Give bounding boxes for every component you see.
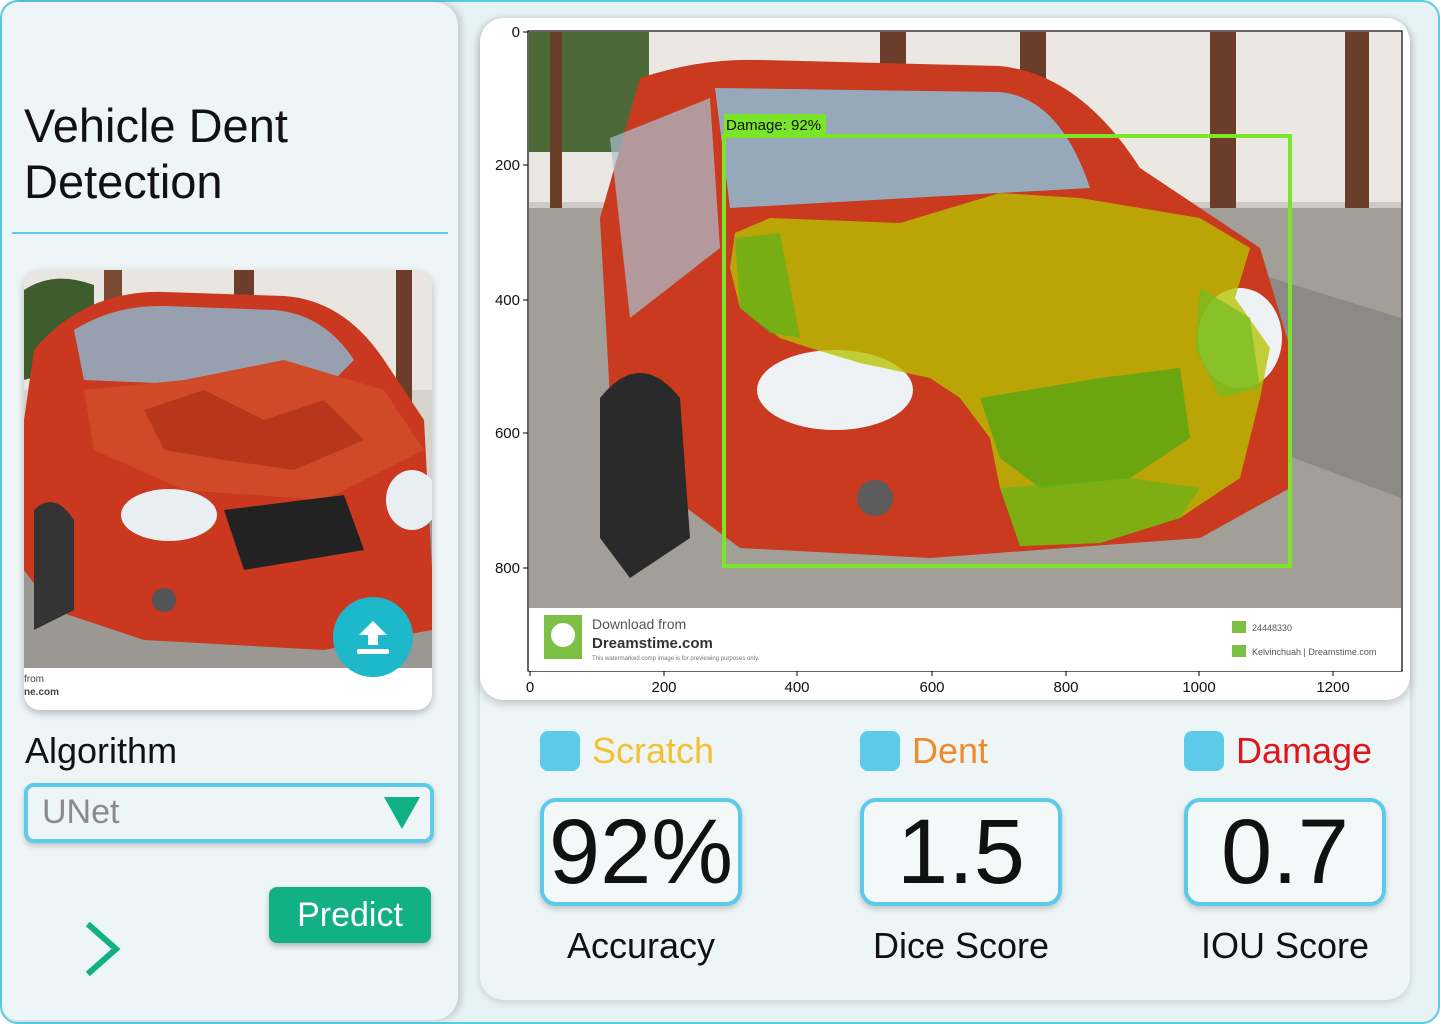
y-tick-label: 0 [512, 24, 520, 41]
x-tick-label: 1200 [1316, 679, 1349, 696]
x-tick-label: 0 [526, 679, 534, 696]
thumbnail-watermark-line-1: from [24, 674, 44, 685]
upload-button[interactable] [333, 597, 413, 677]
predict-button[interactable]: Predict [269, 887, 431, 943]
x-tick-label: 600 [919, 679, 944, 696]
upload-icon [357, 621, 389, 654]
y-tick-label: 400 [495, 292, 520, 309]
page-title: Vehicle Dent Detection [24, 99, 288, 208]
watermark-id-text: 24448330 [1252, 623, 1292, 633]
thumbnail-watermark-line-2: ne.com [24, 687, 59, 698]
detection-label: Damage: 92% [726, 117, 821, 134]
prediction-plot-card: Download from Dreamstime.com This waterm… [480, 18, 1410, 700]
legend-swatch [540, 731, 580, 771]
legend-item-dent: Dent [860, 730, 988, 772]
title-divider [12, 232, 448, 234]
legend-label-scratch: Scratch [592, 730, 715, 771]
algorithm-select-value: UNet [42, 793, 120, 831]
legend-swatch [1184, 731, 1224, 771]
legend-label-dent: Dent [912, 730, 989, 771]
watermark-site-text: Dreamstime.com [592, 635, 713, 652]
x-tick-label: 400 [784, 679, 809, 696]
iou-score-label: IOU Score [1200, 925, 1370, 966]
x-tick-label: 1000 [1182, 679, 1215, 696]
legend-label-damage: Damage [1236, 730, 1373, 771]
watermark-note-text: This watermarked comp image is for previ… [592, 656, 760, 662]
y-tick-label: 600 [495, 425, 520, 442]
dice-score-label: Dice Score [872, 925, 1050, 966]
iou-score-value: 0.7 [1184, 798, 1386, 906]
accuracy-label: Accuracy [566, 925, 716, 966]
x-tick-label: 800 [1053, 679, 1078, 696]
chevron-right-icon[interactable] [84, 922, 124, 976]
y-axis: 0 200 400 600 800 [495, 24, 528, 577]
legend-swatch [860, 731, 900, 771]
x-tick-label: 200 [651, 679, 676, 696]
y-tick-label: 200 [495, 157, 520, 174]
legend-item-scratch: Scratch [540, 730, 714, 772]
y-tick-label: 800 [495, 560, 520, 577]
algorithm-select[interactable]: UNet [24, 783, 434, 843]
legend-item-damage: Damage [1184, 730, 1372, 772]
prediction-plot: Download from Dreamstime.com This waterm… [495, 24, 1403, 696]
accuracy-value: 92% [540, 798, 742, 906]
watermark-download-text: Download from [592, 616, 686, 632]
algorithm-label: Algorithm [25, 730, 178, 771]
watermark-credit-text: Kelvinchuah | Dreamstime.com [1252, 647, 1376, 657]
x-axis: 0 200 400 600 800 1000 1200 [526, 671, 1350, 696]
chevron-down-icon [384, 797, 420, 829]
dice-score-value: 1.5 [860, 798, 1062, 906]
